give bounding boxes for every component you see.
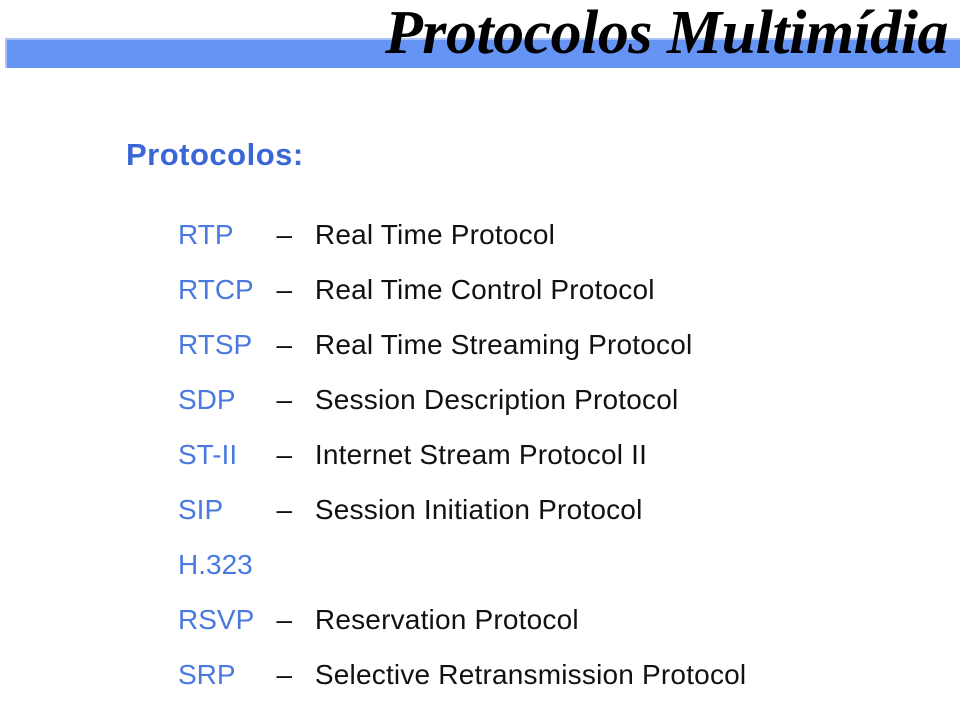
list-item: RTP – Real Time Protocol <box>178 207 938 262</box>
protocol-description: Selective Retransmission Protocol <box>314 659 747 690</box>
protocol-acronym: H.323 <box>178 549 253 580</box>
protocol-description: Reservation Protocol <box>314 604 579 635</box>
protocol-description: Internet Stream Protocol II <box>314 439 648 470</box>
protocol-acronym: ST-II <box>178 439 238 470</box>
protocol-acronym: RTP <box>178 219 234 250</box>
slide-body: Protocolos: RTP – Real Time Protocol RTC… <box>0 78 960 690</box>
protocol-dash: – <box>276 384 293 415</box>
protocol-acronym: SDP <box>178 384 236 415</box>
protocol-description: Real Time Protocol <box>314 219 556 250</box>
protocol-description: Real Time Control Protocol <box>314 274 655 305</box>
protocol-dash: – <box>276 219 293 250</box>
protocol-description: Real Time Streaming Protocol <box>314 329 693 360</box>
list-item: SRP – Selective Retransmission Protocol <box>178 647 938 702</box>
section-heading: Protocolos: <box>126 137 304 172</box>
protocol-description: Session Description Protocol <box>314 384 679 415</box>
list-item: SIP – Session Initiation Protocol <box>178 482 938 537</box>
protocol-dash: – <box>276 604 293 635</box>
slide-title-area: Protocolos Multimídia <box>0 0 960 78</box>
protocol-acronym: RTCP <box>178 274 254 305</box>
protocol-description: Session Initiation Protocol <box>314 494 643 525</box>
protocol-acronym: SRP <box>178 659 236 690</box>
list-item: H.323 <box>178 537 938 592</box>
list-item: RTCP – Real Time Control Protocol <box>178 262 938 317</box>
page-title: Protocolos Multimídia <box>384 0 949 67</box>
protocol-dash: – <box>276 659 293 690</box>
list-item: SDP – Session Description Protocol <box>178 372 938 427</box>
protocol-dash: – <box>276 494 293 525</box>
protocol-dash: – <box>276 329 293 360</box>
protocol-dash: – <box>276 274 293 305</box>
list-item: RSVP – Reservation Protocol <box>178 592 938 647</box>
list-item: ST-II – Internet Stream Protocol II <box>178 427 938 482</box>
list-item: RTSP – Real Time Streaming Protocol <box>178 317 938 372</box>
protocol-list: RTP – Real Time Protocol RTCP – Real Tim… <box>178 207 938 702</box>
protocol-dash: – <box>276 439 293 470</box>
protocol-acronym: RSVP <box>178 604 255 635</box>
protocol-acronym: RTSP <box>178 329 253 360</box>
protocol-acronym: SIP <box>178 494 224 525</box>
